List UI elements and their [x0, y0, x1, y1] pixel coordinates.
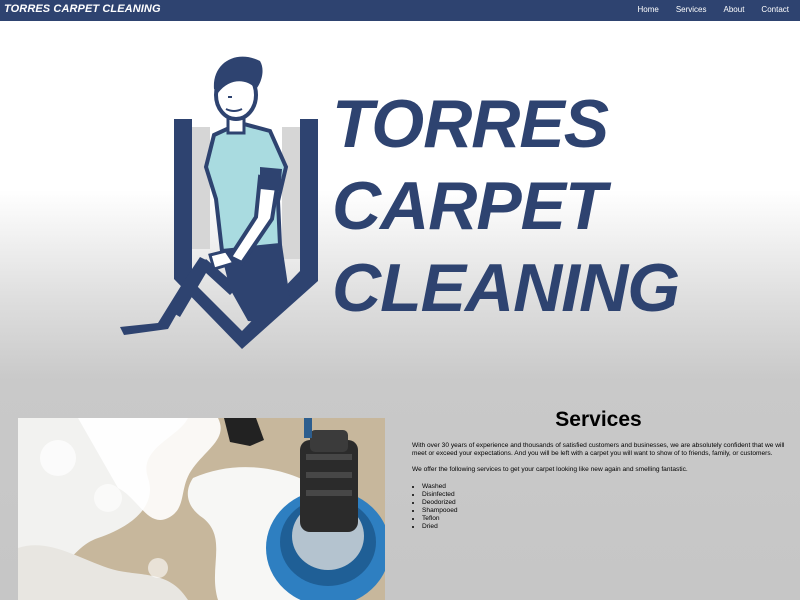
top-navbar: TORRES CARPET CLEANING Home Services Abo…: [0, 0, 800, 21]
logo-line-2: CARPET: [332, 168, 607, 244]
nav-link-home[interactable]: Home: [637, 5, 658, 14]
service-item: Washed: [422, 483, 785, 491]
service-item: Deodorized: [422, 499, 785, 507]
services-intro-paragraph: With over 30 years of experience and tho…: [412, 442, 785, 458]
nav-link-about[interactable]: About: [724, 5, 745, 14]
services-heading: Services: [555, 408, 642, 431]
logo-line-1: TORRES: [332, 86, 609, 162]
carpet-cleaner-man-icon: [120, 56, 318, 349]
logo-wordmark: TORRES CARPET CLEANING: [332, 83, 680, 329]
nav-links: Home Services About Contact: [620, 5, 789, 14]
service-item: Disinfected: [422, 491, 785, 499]
nav-link-services[interactable]: Services: [676, 5, 707, 14]
carpet-cleaning-photo: [18, 418, 385, 600]
service-item: Dried: [422, 523, 785, 531]
service-item: Shampooed: [422, 507, 785, 515]
floor-scrubber-foam-photo: [18, 418, 385, 600]
logo-line-3: CLEANING: [332, 250, 680, 326]
site-brand[interactable]: TORRES CARPET CLEANING: [4, 3, 161, 15]
services-list: Washed Disinfected Deodorized Shampooed …: [412, 483, 785, 531]
services-section: Services With over 30 years of experienc…: [412, 408, 785, 531]
nav-link-contact[interactable]: Contact: [761, 5, 789, 14]
services-offer-paragraph: We offer the following services to get y…: [412, 466, 688, 474]
service-item: Teflon: [422, 515, 785, 523]
hero-logo-section: TORRES CARPET CLEANING: [0, 21, 800, 381]
